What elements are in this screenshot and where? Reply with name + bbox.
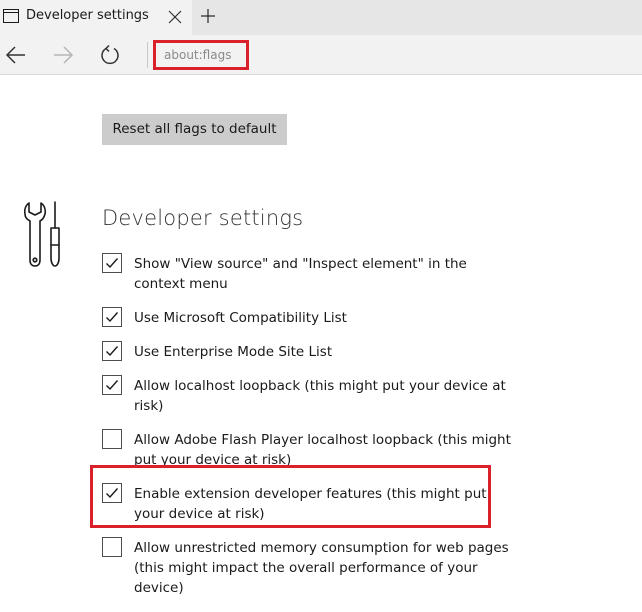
nav-separator	[147, 42, 148, 68]
section-title: Developer settings	[102, 206, 304, 230]
close-icon[interactable]	[168, 9, 182, 24]
checkmark-icon	[106, 380, 119, 391]
checkmark-icon	[106, 312, 119, 323]
refresh-icon[interactable]	[99, 44, 121, 66]
checkbox-show-view-source[interactable]	[102, 253, 122, 273]
tab-developer-settings[interactable]: Developer settings	[0, 0, 192, 35]
forward-arrow-icon[interactable]	[52, 44, 74, 66]
checkbox-localhost-loopback[interactable]	[102, 375, 122, 395]
checkbox-flash-loopback[interactable]	[102, 429, 122, 449]
option-label: Show "View source" and "Inspect element"…	[134, 256, 467, 292]
option-label: Use Enterprise Mode Site List	[134, 344, 333, 360]
address-bar[interactable]: about:flags	[153, 40, 249, 70]
tab-title: Developer settings	[26, 8, 149, 23]
page-icon	[3, 9, 20, 24]
checkmark-icon	[106, 346, 119, 357]
option-label: Allow Adobe Flash Player localhost loopb…	[134, 432, 511, 468]
new-tab-plus-icon[interactable]	[200, 8, 216, 24]
reset-flags-button[interactable]: Reset all flags to default	[102, 114, 287, 145]
checkmark-icon	[106, 258, 119, 269]
checkbox-unrestricted-memory[interactable]	[102, 537, 122, 557]
address-url: about:flags	[164, 48, 232, 62]
developer-tools-icon	[21, 200, 67, 270]
page-content: Reset all flags to default Developer set…	[0, 76, 642, 612]
option-label: Allow unrestricted memory consumption fo…	[134, 540, 509, 596]
option-label: Use Microsoft Compatibility List	[134, 310, 347, 326]
navigation-bar: about:flags	[0, 35, 642, 75]
checkbox-compatibility-list[interactable]	[102, 307, 122, 327]
option-label: Allow localhost loopback (this might put…	[134, 378, 506, 414]
back-arrow-icon[interactable]	[5, 44, 27, 66]
tab-strip: Developer settings	[0, 0, 642, 35]
checkbox-enterprise-mode[interactable]	[102, 341, 122, 361]
highlight-box	[90, 465, 491, 528]
